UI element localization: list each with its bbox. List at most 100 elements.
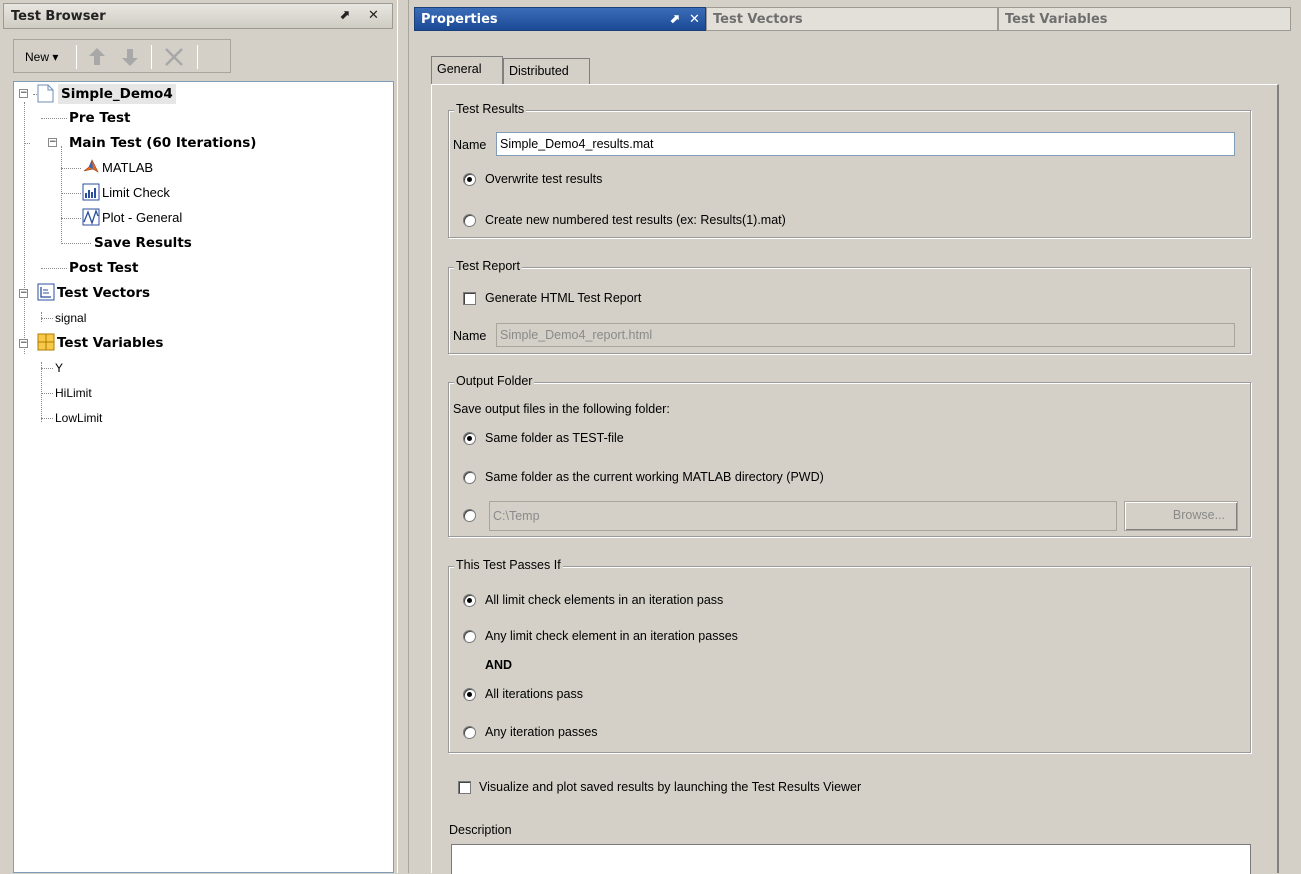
- matlab-icon: [82, 158, 99, 175]
- tree-node-label: Plot - General: [102, 210, 183, 225]
- all-iterations-pass-radio[interactable]: [463, 688, 476, 701]
- tree-node-root[interactable]: Simple_Demo4: [58, 84, 176, 104]
- overwrite-results-radio[interactable]: [463, 173, 476, 186]
- generate-report-checkbox[interactable]: [463, 292, 476, 305]
- tree-connector: [61, 243, 91, 244]
- output-folder-group: Output Folder Save output files in the f…: [448, 374, 1251, 537]
- pwd-folder-radio[interactable]: [463, 471, 476, 484]
- test-results-group: Test Results Name Simple_Demo4_results.m…: [448, 102, 1251, 238]
- tree-connector: [41, 312, 42, 322]
- properties-panel: Properties ⬈ ✕ Test Vectors Test Variabl…: [409, 0, 1301, 874]
- tab-label: Test Variables: [1005, 12, 1108, 27]
- collapse-icon[interactable]: −: [19, 339, 28, 348]
- tree-node-signal[interactable]: signal: [55, 308, 86, 328]
- group-legend: Test Report: [454, 259, 522, 273]
- radio-label: All iterations pass: [485, 687, 583, 701]
- tree-node-label: Post Test: [69, 260, 139, 276]
- tab-label: Properties: [421, 12, 498, 27]
- visualize-results-checkbox[interactable]: [458, 781, 471, 794]
- plot-icon: [82, 208, 100, 226]
- and-label: AND: [485, 658, 513, 672]
- tree-node-matlab[interactable]: MATLAB: [102, 158, 153, 178]
- radio-label: Same folder as TEST-file: [485, 431, 624, 445]
- tree-node-plot-general[interactable]: Plot - General: [102, 208, 182, 228]
- undock-icon[interactable]: ⬈: [339, 8, 350, 23]
- create-numbered-results-radio[interactable]: [463, 214, 476, 227]
- test-browser-panel: Test Browser ⬈ ✕ New ▾ − Simple_Demo4 Pr…: [0, 0, 397, 873]
- test-report-group: Test Report Generate HTML Test Report Na…: [448, 259, 1251, 354]
- description-label: Description: [449, 823, 512, 837]
- toolbar-separator: [197, 45, 198, 69]
- tree-connector: [24, 102, 25, 354]
- subtab-distributed[interactable]: Distributed: [503, 58, 590, 84]
- collapse-icon[interactable]: −: [19, 289, 28, 298]
- any-limit-pass-radio[interactable]: [463, 630, 476, 643]
- tree-connector: [41, 362, 42, 422]
- tab-test-variables[interactable]: Test Variables: [998, 7, 1291, 31]
- collapse-icon[interactable]: −: [48, 138, 57, 147]
- new-button[interactable]: New ▾: [19, 46, 64, 68]
- tree-node-label: Test Variables: [57, 335, 164, 351]
- close-icon[interactable]: ✕: [689, 8, 700, 32]
- group-legend: Output Folder: [454, 374, 535, 388]
- panel-splitter[interactable]: [397, 0, 409, 873]
- tab-test-vectors[interactable]: Test Vectors: [706, 7, 998, 31]
- move-down-icon[interactable]: [117, 44, 143, 70]
- tree-node-label: Simple_Demo4: [61, 86, 173, 102]
- name-label: Name: [453, 138, 487, 152]
- results-name-input[interactable]: Simple_Demo4_results.mat: [496, 132, 1235, 156]
- tree-node-label: Y: [55, 361, 64, 375]
- tree-node-test-vectors[interactable]: Test Vectors: [57, 283, 150, 303]
- toolbar-separator: [76, 45, 77, 69]
- tree-node-test-variables[interactable]: Test Variables: [57, 333, 163, 353]
- browse-button[interactable]: Browse...: [1124, 501, 1238, 531]
- custom-folder-input[interactable]: C:\Temp: [489, 501, 1117, 531]
- group-legend: This Test Passes If: [454, 558, 563, 572]
- subtab-general[interactable]: General: [431, 56, 503, 84]
- tab-label: Test Vectors: [713, 12, 803, 27]
- tree-node-post-test[interactable]: Post Test: [69, 258, 138, 278]
- test-browser-toolbar: New ▾: [13, 39, 231, 73]
- custom-folder-radio[interactable]: [463, 509, 476, 522]
- radio-label: Create new numbered test results (ex: Re…: [485, 213, 786, 227]
- tree-node-label: LowLimit: [55, 411, 103, 425]
- tree-node-label: HiLimit: [55, 386, 92, 400]
- test-tree: − Simple_Demo4 Pre Test − Main Test (60 …: [13, 81, 394, 873]
- test-browser-title: Test Browser: [11, 9, 106, 24]
- collapse-icon[interactable]: −: [19, 89, 28, 98]
- delete-icon[interactable]: [161, 44, 187, 70]
- tree-node-var-hilimit[interactable]: HiLimit: [55, 383, 92, 403]
- close-icon[interactable]: ✕: [368, 8, 379, 23]
- tree-node-label: Pre Test: [69, 110, 131, 126]
- radio-label: Overwrite test results: [485, 172, 603, 186]
- description-textarea[interactable]: [451, 844, 1251, 874]
- tree-node-label: Limit Check: [102, 185, 170, 200]
- any-iteration-passes-radio[interactable]: [463, 726, 476, 739]
- tab-properties[interactable]: Properties ⬈ ✕: [414, 7, 706, 31]
- tree-node-label: Test Vectors: [57, 285, 151, 301]
- tree-node-label: Main Test (60 Iterations): [69, 135, 257, 151]
- passes-if-group: This Test Passes If All limit check elem…: [448, 558, 1251, 753]
- limit-check-icon: [82, 183, 100, 201]
- tree-node-pre-test[interactable]: Pre Test: [69, 108, 130, 128]
- tree-node-main-test[interactable]: Main Test (60 Iterations): [69, 133, 256, 153]
- tree-connector: [41, 418, 53, 419]
- all-limit-pass-radio[interactable]: [463, 594, 476, 607]
- radio-label: Same folder as the current working MATLA…: [485, 470, 824, 484]
- report-name-input[interactable]: Simple_Demo4_report.html: [496, 323, 1235, 347]
- tree-node-save-results[interactable]: Save Results: [94, 233, 192, 253]
- move-up-icon[interactable]: [84, 44, 110, 70]
- undock-icon[interactable]: ⬈: [669, 8, 680, 32]
- group-legend: Test Results: [454, 102, 527, 116]
- document-icon: [37, 84, 54, 103]
- tree-node-var-lowlimit[interactable]: LowLimit: [55, 408, 102, 428]
- tree-node-limit-check[interactable]: Limit Check: [102, 183, 170, 203]
- tree-node-label: Save Results: [94, 235, 192, 251]
- tree-connector: [61, 193, 81, 194]
- same-folder-radio[interactable]: [463, 432, 476, 445]
- toolbar-separator: [151, 45, 152, 69]
- checkbox-label: Generate HTML Test Report: [485, 291, 642, 305]
- test-browser-titlebar: Test Browser ⬈ ✕: [3, 3, 393, 29]
- tree-connector: [61, 146, 62, 244]
- tree-node-var-y[interactable]: Y: [55, 358, 63, 378]
